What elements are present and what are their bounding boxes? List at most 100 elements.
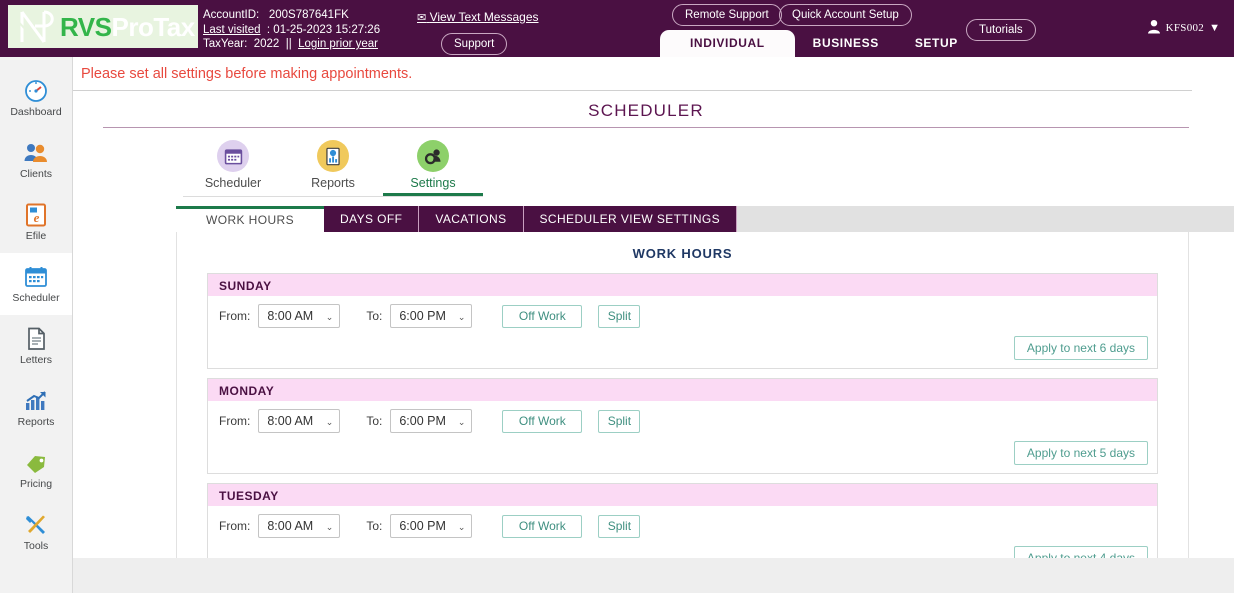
clients-people-icon xyxy=(23,140,49,166)
quick-account-setup-button[interactable]: Quick Account Setup xyxy=(779,4,912,26)
user-name-label: KFS002 xyxy=(1165,22,1205,34)
day-row: From: 8:00 AM ⌄ To: 6:00 PM ⌄ Off Work S… xyxy=(208,506,1157,546)
apply-to-next-days-button[interactable]: Apply to next 5 days xyxy=(1013,441,1148,465)
main-nav-tabs: INDIVIDUAL BUSINESS SETUP xyxy=(660,30,976,57)
main-content: Please set all settings before making ap… xyxy=(73,57,1234,593)
sidebar-item-label: Letters xyxy=(19,354,53,366)
split-button[interactable]: Split xyxy=(598,304,641,328)
from-label: From: xyxy=(219,414,251,428)
subtab-days-off[interactable]: DAYS OFF xyxy=(324,206,420,232)
apply-row: Apply to next 5 days xyxy=(208,441,1157,473)
from-label: From: xyxy=(219,309,251,323)
sidebar-item-efile[interactable]: e Efile xyxy=(0,191,72,253)
off-work-button[interactable]: Off Work xyxy=(502,409,583,433)
svg-text:e: e xyxy=(34,210,40,225)
alert-banner: Please set all settings before making ap… xyxy=(73,57,1192,91)
separator: || xyxy=(285,38,292,50)
nav-tab-business[interactable]: BUSINESS xyxy=(795,30,897,57)
sidebar-item-clients[interactable]: Clients xyxy=(0,129,72,191)
chevron-down-icon: ▼ xyxy=(1209,22,1220,34)
split-button[interactable]: Split xyxy=(598,409,641,433)
from-time-select[interactable]: 8:00 AM xyxy=(258,514,341,538)
sidebar-item-dashboard[interactable]: Dashboard xyxy=(0,67,72,129)
to-label: To: xyxy=(366,519,383,533)
subtab-vacations[interactable]: VACATIONS xyxy=(419,206,524,232)
from-time-select[interactable]: 8:00 AM xyxy=(258,304,341,328)
login-prior-year-link[interactable]: Login prior year xyxy=(298,38,378,50)
page-title: SCHEDULER xyxy=(103,91,1189,128)
off-work-button[interactable]: Off Work xyxy=(502,304,583,328)
account-info-block: AccountID: 200S787641FK Last visited : 0… xyxy=(203,8,380,52)
support-button[interactable]: Support xyxy=(441,33,508,55)
reports-clipboard-icon xyxy=(317,140,349,172)
module-tab-bar: Scheduler Reports Settings xyxy=(183,136,483,197)
subtab-work-hours[interactable]: WORK HOURS xyxy=(176,206,324,232)
from-time-select-wrap: 8:00 AM ⌄ xyxy=(258,514,341,538)
last-visited-label: Last visited xyxy=(203,23,261,36)
split-button[interactable]: Split xyxy=(598,514,641,538)
logo-text-primary: RVS xyxy=(60,11,112,42)
from-time-select[interactable]: 8:00 AM xyxy=(258,409,341,433)
day-card-monday: MONDAY From: 8:00 AM ⌄ To: 6:00 PM ⌄ Off… xyxy=(207,378,1158,474)
nav-tab-setup[interactable]: SETUP xyxy=(897,30,976,57)
to-label: To: xyxy=(366,309,383,323)
efile-document-icon: e xyxy=(25,202,47,228)
apply-to-next-days-button[interactable]: Apply to next 6 days xyxy=(1013,336,1148,360)
day-name-label: TUESDAY xyxy=(208,484,1157,506)
account-id-label: AccountID: xyxy=(203,9,260,21)
settings-gear-icon xyxy=(417,140,449,172)
view-text-messages-link[interactable]: ✉ View Text Messages xyxy=(417,10,539,24)
to-time-select[interactable]: 6:00 PM xyxy=(390,304,473,328)
panel-title: WORK HOURS xyxy=(632,246,733,261)
day-row: From: 8:00 AM ⌄ To: 6:00 PM ⌄ Off Work S… xyxy=(208,296,1157,336)
modtab-settings[interactable]: Settings xyxy=(383,136,483,196)
sidebar-item-tools[interactable]: Tools xyxy=(0,501,72,563)
to-time-select[interactable]: 6:00 PM xyxy=(390,409,473,433)
body-wrapper: Dashboard Clients e Efile Scheduler Lett… xyxy=(0,57,1234,593)
footer-bar xyxy=(73,558,1234,593)
logo-text-secondary: ProTax xyxy=(111,11,196,42)
modtab-reports[interactable]: Reports xyxy=(283,136,383,196)
from-time-select-wrap: 8:00 AM ⌄ xyxy=(258,304,341,328)
from-label: From: xyxy=(219,519,251,533)
modtab-label: Reports xyxy=(311,176,355,190)
to-time-select-wrap: 6:00 PM ⌄ xyxy=(390,409,473,433)
app-logo[interactable]: RVSProTax xyxy=(8,5,198,48)
modtab-scheduler[interactable]: Scheduler xyxy=(183,136,283,196)
sidebar-item-pricing[interactable]: Pricing xyxy=(0,439,72,501)
off-work-button[interactable]: Off Work xyxy=(502,514,583,538)
modtab-label: Settings xyxy=(410,176,456,190)
sidebar-item-letters[interactable]: Letters xyxy=(0,315,72,377)
sidebar-item-reports[interactable]: Reports xyxy=(0,377,72,439)
left-sidebar: Dashboard Clients e Efile Scheduler Lett… xyxy=(0,57,73,593)
view-text-messages-label: View Text Messages xyxy=(429,10,539,24)
dashboard-gauge-icon xyxy=(24,78,48,104)
tutorials-button[interactable]: Tutorials xyxy=(966,19,1036,41)
sidebar-item-label: Reports xyxy=(17,416,55,428)
tax-year-label: TaxYear: xyxy=(203,38,248,50)
to-time-select[interactable]: 6:00 PM xyxy=(390,514,473,538)
user-menu[interactable]: KFS002 ▼ xyxy=(1147,19,1220,37)
alert-message: Please set all settings before making ap… xyxy=(81,65,413,82)
top-header-bar: RVSProTax AccountID: 200S787641FK Last v… xyxy=(0,0,1234,57)
to-time-select-wrap: 6:00 PM ⌄ xyxy=(390,514,473,538)
day-card-sunday: SUNDAY From: 8:00 AM ⌄ To: 6:00 PM ⌄ Off… xyxy=(207,273,1158,369)
apply-row: Apply to next 6 days xyxy=(208,336,1157,368)
remote-support-button[interactable]: Remote Support xyxy=(672,4,782,26)
nav-tab-individual[interactable]: INDIVIDUAL xyxy=(660,30,795,57)
tax-year-value: 2022 xyxy=(253,38,280,50)
pricing-tag-icon xyxy=(24,450,48,476)
day-name-label: MONDAY xyxy=(208,379,1157,401)
account-id-value: 200S787641FK xyxy=(268,9,349,21)
sidebar-item-scheduler[interactable]: Scheduler xyxy=(0,253,72,315)
sidebar-item-label: Pricing xyxy=(19,478,53,490)
last-visited-value: : 01-25-2023 15:27:26 xyxy=(266,23,381,36)
sub-tab-bar: WORK HOURS DAYS OFF VACATIONS SCHEDULER … xyxy=(176,206,1234,232)
scheduler-calendar-icon xyxy=(24,264,48,290)
subtab-scheduler-view-settings[interactable]: SCHEDULER VIEW SETTINGS xyxy=(523,206,738,232)
sidebar-item-label: Clients xyxy=(19,168,53,180)
scheduler-calendar-icon xyxy=(217,140,249,172)
user-avatar-icon xyxy=(1147,19,1161,37)
sidebar-item-label: Dashboard xyxy=(10,106,62,118)
day-name-label: SUNDAY xyxy=(208,274,1157,296)
